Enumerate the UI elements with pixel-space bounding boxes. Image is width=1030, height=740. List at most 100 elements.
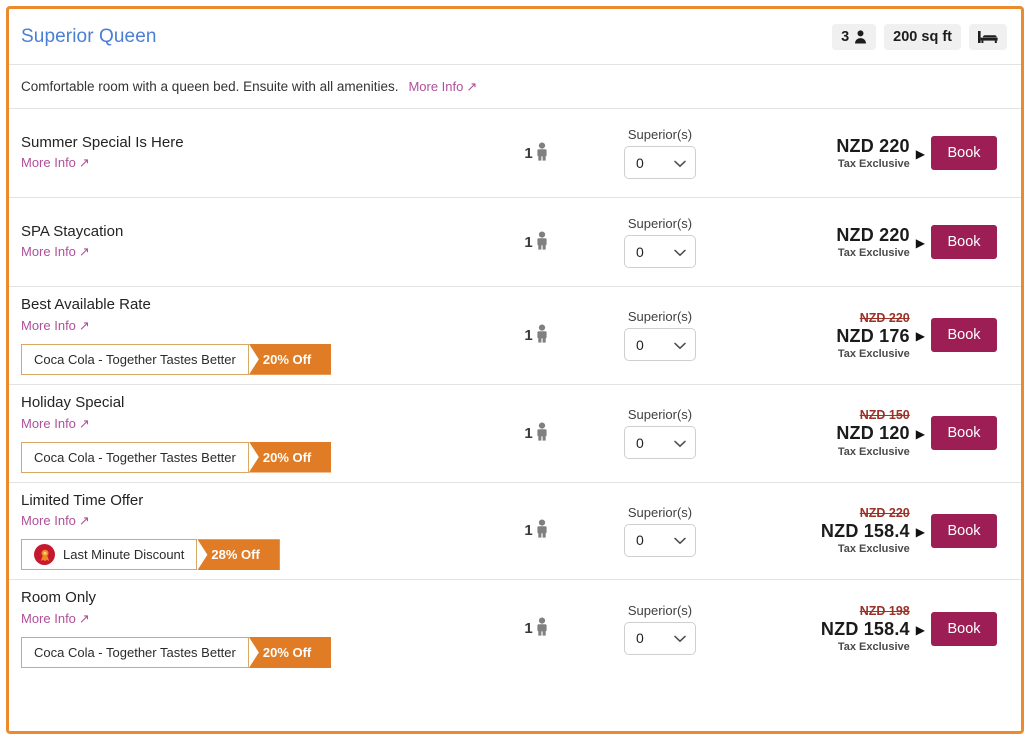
rate-name: Summer Special Is Here [21,133,184,151]
book-button[interactable]: Book [931,225,997,259]
chevron-down-icon [674,244,686,260]
arrow-up-right-icon: ↗ [466,79,478,94]
person-icon [534,231,550,254]
quantity-select[interactable]: 0 [624,146,696,179]
original-price: NZD 150 [859,408,910,423]
arrow-up-right-icon: ↗ [78,513,90,529]
person-icon [534,142,550,165]
price-expand-caret[interactable]: ▶ [916,329,925,343]
price-and-book: NZD 220 NZD 158.4 Tax Exclusive ▶ Book [735,506,1007,555]
occupancy-count: 1 [524,620,533,638]
promotion-discount-label: 20% Off [262,351,312,367]
bed-icon [978,30,998,44]
room-description: Comfortable room with a queen bed. Ensui… [9,65,1021,109]
rate-info: Holiday Special More Info ↗ Coca Cola - Tog… [21,385,489,482]
room-description-text: Comfortable room with a queen bed. Ensui… [21,79,399,94]
promotion-box[interactable]: Coca Cola - Together Tastes Better [21,637,249,668]
occupancy-badge: 3 [832,23,877,50]
price-and-book: NZD 198 NZD 158.4 Tax Exclusive ▶ Book [735,604,1007,653]
occupancy-count: 1 [524,522,533,540]
quantity-select[interactable]: 0 [624,426,696,460]
page-title: Superior Queen [21,25,157,47]
rate-more-info-label: More Info [21,513,76,529]
quantity-select[interactable]: 0 [624,523,696,557]
person-icon [534,422,550,445]
book-button[interactable]: Book [931,513,997,548]
price-block: NZD 150 NZD 120 Tax Exclusive [836,408,909,457]
rate-name: Best Available Rate [21,296,151,313]
promotion[interactable]: Coca Cola - Together Tastes Better 20% Of… [21,343,332,375]
promotion-box[interactable]: Coca Cola - Together Tastes Better [21,343,249,375]
room-header: Superior Queen 3 200 sq ft [9,9,1021,65]
rate-row: Limited Time Offer More Info ↗ Last Minute … [9,483,1021,581]
price-and-book: NZD 220 Tax Exclusive ▶ Book [735,136,1007,170]
quantity-value: 0 [636,243,644,260]
promotion-discount-ribbon: 28% Off [197,539,280,571]
rate-name: Room Only [21,589,97,607]
price-block: NZD 220 NZD 176 Tax Exclusive [836,311,909,360]
book-button[interactable]: Book [931,136,997,170]
price-expand-caret[interactable]: ▶ [916,236,925,250]
room-rate-panel: Superior Queen 3 200 sq ft Comfortable r… [6,6,1024,734]
book-button[interactable]: Book [931,318,997,353]
current-price: NZD 120 [836,423,910,444]
chevron-down-icon [674,337,686,353]
rate-more-info-label: More Info [21,611,76,626]
quantity-control: Superior(s) 0 [585,505,735,557]
quantity-value: 0 [636,434,644,451]
current-price: NZD 158.4 [820,618,910,639]
book-button[interactable]: Book [931,611,997,646]
occupancy-count: 1 [524,144,533,162]
promotion-discount-ribbon: 20% Off [248,441,332,473]
award-ribbon-icon [34,544,55,566]
price-expand-caret[interactable]: ▶ [916,623,925,637]
room-more-info-link[interactable]: More Info ↗ [408,79,477,94]
quantity-select[interactable]: 0 [624,235,696,268]
original-price: NZD 220 [859,506,910,521]
price-expand-caret[interactable]: ▶ [916,147,925,161]
promotion-box[interactable]: Coca Cola - Together Tastes Better [21,441,249,473]
quantity-control: Superior(s) 0 [585,127,735,179]
rate-more-info-link[interactable]: More Info ↗ [21,318,90,333]
current-price: NZD 158.4 [820,521,910,542]
rate-more-info-link[interactable]: More Info ↗ [21,416,90,431]
rate-name: Holiday Special [21,393,125,411]
promotion-label: Coca Cola - Together Tastes Better [34,449,236,465]
price-expand-caret[interactable]: ▶ [916,427,925,441]
arrow-up-right-icon: ↗ [78,415,90,431]
rate-more-info-link[interactable]: More Info ↗ [21,155,90,170]
book-button[interactable]: Book [931,416,997,451]
rate-name: SPA Staycation [21,222,124,240]
promotion[interactable]: Last Minute Discount 28% Off [21,539,280,571]
tax-note: Tax Exclusive [837,641,910,654]
price-expand-caret[interactable]: ▶ [916,525,925,539]
original-price: NZD 198 [859,603,910,618]
occupancy-count: 1 [524,326,533,344]
rate-more-info-label: More Info [21,244,76,260]
rate-row: Summer Special Is Here More Info ↗ 1 Superio… [9,109,1021,198]
tax-note: Tax Exclusive [837,445,910,458]
promotion-label: Coca Cola - Together Tastes Better [34,351,236,367]
arrow-up-right-icon: ↗ [78,244,90,260]
rate-more-info-link[interactable]: More Info ↗ [21,244,90,259]
price-block: NZD 220 Tax Exclusive [836,225,909,259]
promotion[interactable]: Coca Cola - Together Tastes Better 20% Of… [21,637,332,668]
person-icon [534,324,550,347]
price-block: NZD 198 NZD 158.4 Tax Exclusive [821,604,910,653]
arrow-up-right-icon: ↗ [78,155,90,171]
rate-more-info-link[interactable]: More Info ↗ [21,611,90,626]
rate-info: Best Available Rate More Info ↗ Coca Cola -… [21,287,489,384]
quantity-label: Superior(s) [627,309,693,325]
promotion-box[interactable]: Last Minute Discount [21,539,198,571]
rate-more-info-link[interactable]: More Info ↗ [21,513,90,528]
rate-info: SPA Staycation More Info ↗ [21,214,489,271]
promotion[interactable]: Coca Cola - Together Tastes Better 20% Of… [21,441,332,473]
quantity-control: Superior(s) 0 [585,407,735,460]
room-more-info-label: More Info [408,79,464,94]
promotion-discount-ribbon: 20% Off [248,343,332,375]
quantity-value: 0 [636,532,644,549]
promotion-discount-label: 20% Off [262,449,312,465]
quantity-select[interactable]: 0 [624,328,696,362]
quantity-select[interactable]: 0 [624,621,696,655]
person-icon [534,617,550,640]
